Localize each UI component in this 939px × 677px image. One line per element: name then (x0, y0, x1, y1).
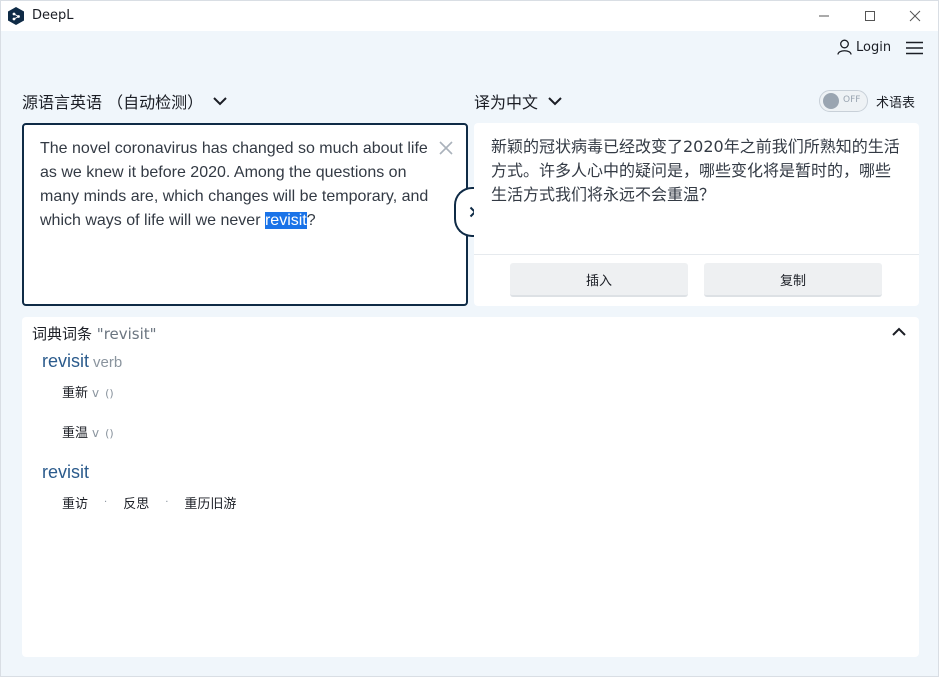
translated-text[interactable]: 新颖的冠状病毒已经改变了2020年之前我们所熟知的生活方式。许多人心中的疑问是，… (491, 135, 901, 207)
alternative-translations: 重访 · 反思 · 重历旧游 (62, 493, 236, 512)
source-text-tail: ? (306, 212, 316, 229)
divider (474, 254, 919, 255)
dictionary-entry-word: revisit verb (42, 351, 122, 372)
toggle-state-label: OFF (843, 95, 861, 105)
dictionary-sense: 重温 v () (62, 422, 114, 441)
dictionary-sense: 重新 v () (62, 382, 114, 401)
target-text-area: 新颖的冠状病毒已经改变了2020年之前我们所熟知的生活方式。许多人心中的疑问是，… (474, 123, 919, 306)
source-text-body: The novel coronavirus has changed so muc… (40, 140, 429, 229)
maximize-button[interactable] (847, 1, 893, 31)
dictionary-query: "revisit" (96, 325, 157, 343)
close-icon (909, 10, 921, 22)
login-button[interactable]: Login (837, 39, 891, 55)
chevron-down-icon (548, 97, 562, 106)
alternative-item[interactable]: 反思 (123, 493, 149, 512)
user-icon (837, 39, 852, 55)
source-text-area[interactable]: The novel coronavirus has changed so muc… (22, 123, 468, 306)
source-text[interactable]: The novel coronavirus has changed so muc… (40, 137, 440, 233)
minimize-icon (819, 15, 829, 17)
dictionary-heading-label: 词典词条 (32, 325, 93, 343)
glossary-label[interactable]: 术语表 (876, 92, 915, 111)
app-window: DeepL Login 源语言英语 （自动检测） 译为中文 OFF 术语表 Th… (0, 0, 939, 677)
copy-button[interactable]: 复制 (704, 263, 882, 297)
login-label: Login (856, 39, 892, 55)
clear-text-icon[interactable] (438, 140, 454, 156)
entry-part-of-speech: verb (93, 354, 123, 371)
sense-pos: v (92, 386, 100, 400)
chevron-up-icon[interactable] (892, 327, 906, 337)
deepl-logo-icon (8, 7, 24, 25)
app-title: DeepL (32, 8, 74, 23)
sense-translation[interactable]: 重温 (62, 426, 88, 441)
sense-translation[interactable]: 重新 (62, 386, 88, 401)
alternative-item[interactable]: 重访 (62, 493, 88, 512)
minimize-button[interactable] (801, 1, 847, 31)
separator-dot: · (104, 497, 108, 508)
dictionary-panel: 词典词条 "revisit" revisit verb 重新 v() 重温 v() r… (22, 317, 919, 657)
alternative-item[interactable]: 重历旧游 (184, 493, 236, 512)
target-language-label: 译为中文 (474, 93, 539, 112)
toggle-knob (823, 93, 839, 109)
separator-dot: · (165, 497, 169, 508)
entry-headword: revisit (42, 351, 90, 371)
glossary-toggle[interactable]: OFF (819, 90, 868, 112)
sense-note: () (105, 427, 114, 440)
title-bar: DeepL (1, 1, 938, 31)
chevron-down-icon (213, 97, 227, 106)
source-language-label: 源语言英语 （自动检测） (22, 93, 204, 112)
dictionary-entry-word: revisit (42, 462, 89, 483)
sense-note: () (105, 387, 114, 400)
entry-headword: revisit (42, 462, 90, 482)
source-language-selector[interactable]: 源语言英语 （自动检测） (22, 89, 227, 113)
sense-pos: v (92, 426, 100, 440)
selected-word: revisit (264, 212, 307, 229)
close-window-button[interactable] (892, 1, 938, 31)
hamburger-menu-icon[interactable] (906, 41, 923, 55)
target-language-selector[interactable]: 译为中文 (474, 89, 562, 113)
insert-button[interactable]: 插入 (510, 263, 688, 297)
maximize-icon (865, 11, 875, 21)
dictionary-heading: 词典词条 "revisit" (32, 323, 157, 344)
